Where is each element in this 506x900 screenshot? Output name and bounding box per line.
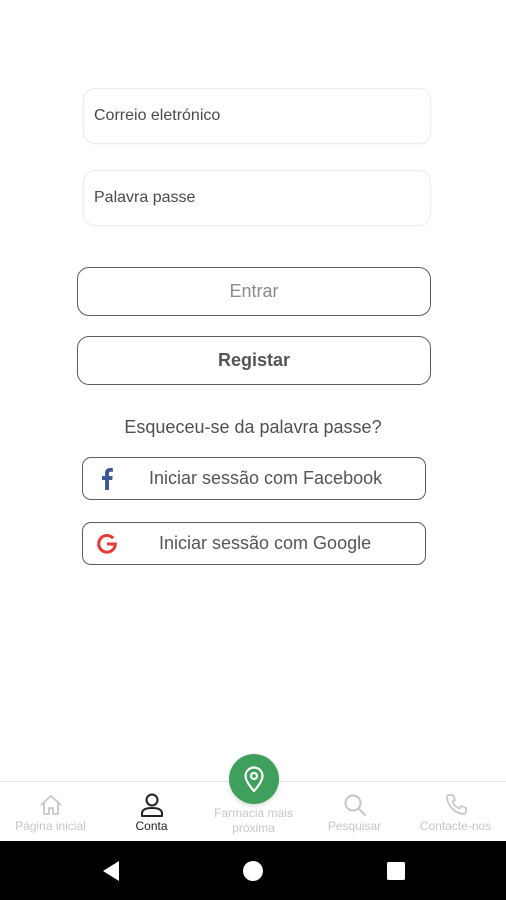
google-login-button[interactable]: Iniciar sessão com Google [82, 522, 426, 565]
facebook-login-button[interactable]: Iniciar sessão com Facebook [82, 457, 426, 500]
google-icon [95, 532, 119, 556]
home-circle-icon[interactable] [223, 841, 283, 900]
location-pin-icon [243, 766, 264, 793]
recent-apps-icon[interactable] [366, 841, 426, 900]
password-field[interactable] [83, 170, 431, 226]
nav-item-account[interactable]: Conta [101, 782, 202, 842]
back-icon[interactable] [81, 841, 141, 900]
email-input[interactable] [94, 107, 430, 125]
nav-item-home[interactable]: Página inicial [0, 782, 101, 842]
home-icon [38, 792, 64, 818]
nav-label-search: Pesquisar [327, 819, 382, 833]
register-button-label: Registar [217, 350, 291, 370]
nearest-pharmacy-fab[interactable] [228, 754, 279, 804]
nav-item-search[interactable]: Pesquisar [304, 782, 405, 842]
nav-item-contact[interactable]: Contacte-nos [405, 782, 506, 842]
phone-icon [443, 792, 469, 818]
nav-label-account: Conta [135, 819, 168, 833]
system-navigation-bar [0, 841, 506, 900]
nav-item-nearest-pharmacy[interactable]: Farmacia mais próxima [203, 754, 304, 841]
facebook-login-label: Iniciar sessão com Facebook [149, 468, 383, 488]
email-field[interactable] [83, 88, 431, 144]
user-icon [139, 792, 165, 818]
nav-label-nearest-pharmacy: Farmacia mais próxima [214, 806, 293, 835]
nav-label-contact: Contacte-nos [419, 819, 492, 833]
enter-button[interactable]: Entrar [77, 267, 431, 316]
enter-button-label: Entrar [229, 281, 279, 301]
forgot-password-link[interactable]: Esqueceu-se da palavra passe? [0, 417, 506, 438]
nav-label-home: Página inicial [15, 819, 86, 833]
google-login-label: Iniciar sessão com Google [159, 533, 372, 553]
password-input[interactable] [94, 189, 430, 207]
register-button[interactable]: Registar [77, 336, 431, 385]
search-icon [342, 792, 368, 818]
facebook-icon [95, 467, 119, 491]
